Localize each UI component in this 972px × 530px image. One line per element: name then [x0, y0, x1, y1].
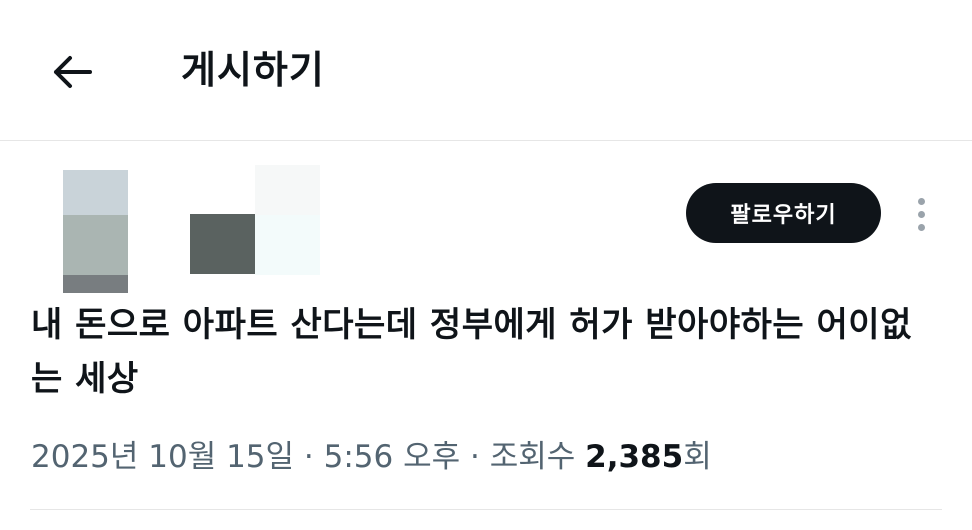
meta-separator: · — [460, 439, 490, 475]
page-title: 게시하기 — [181, 48, 325, 92]
views-count: 2,385 — [585, 439, 684, 475]
back-button[interactable] — [44, 48, 100, 96]
more-dot-icon — [917, 197, 925, 205]
post-meta: 2025년 10월 15일 · 5:56 오후 · 조회수 2,385회 — [31, 432, 712, 482]
more-dot-icon — [917, 223, 925, 231]
views-suffix: 회 — [683, 439, 712, 475]
divider — [30, 509, 942, 510]
more-options-button[interactable] — [905, 192, 937, 236]
meta-separator: · — [294, 439, 324, 475]
avatar[interactable] — [30, 160, 430, 293]
follow-button[interactable]: 팔로우하기 — [686, 183, 881, 243]
views-label: 조회수 — [489, 439, 576, 475]
more-dot-icon — [917, 210, 925, 218]
post-date[interactable]: 2025년 10월 15일 — [31, 439, 294, 475]
post-time[interactable]: 5:56 오후 — [324, 439, 461, 475]
post-text: 내 돈으로 아파트 산다는데 정부에게 허가 받아야하는 어이없는 세상 — [31, 305, 912, 399]
top-bar: 게시하기 — [0, 0, 972, 141]
back-arrow-icon — [54, 56, 92, 88]
